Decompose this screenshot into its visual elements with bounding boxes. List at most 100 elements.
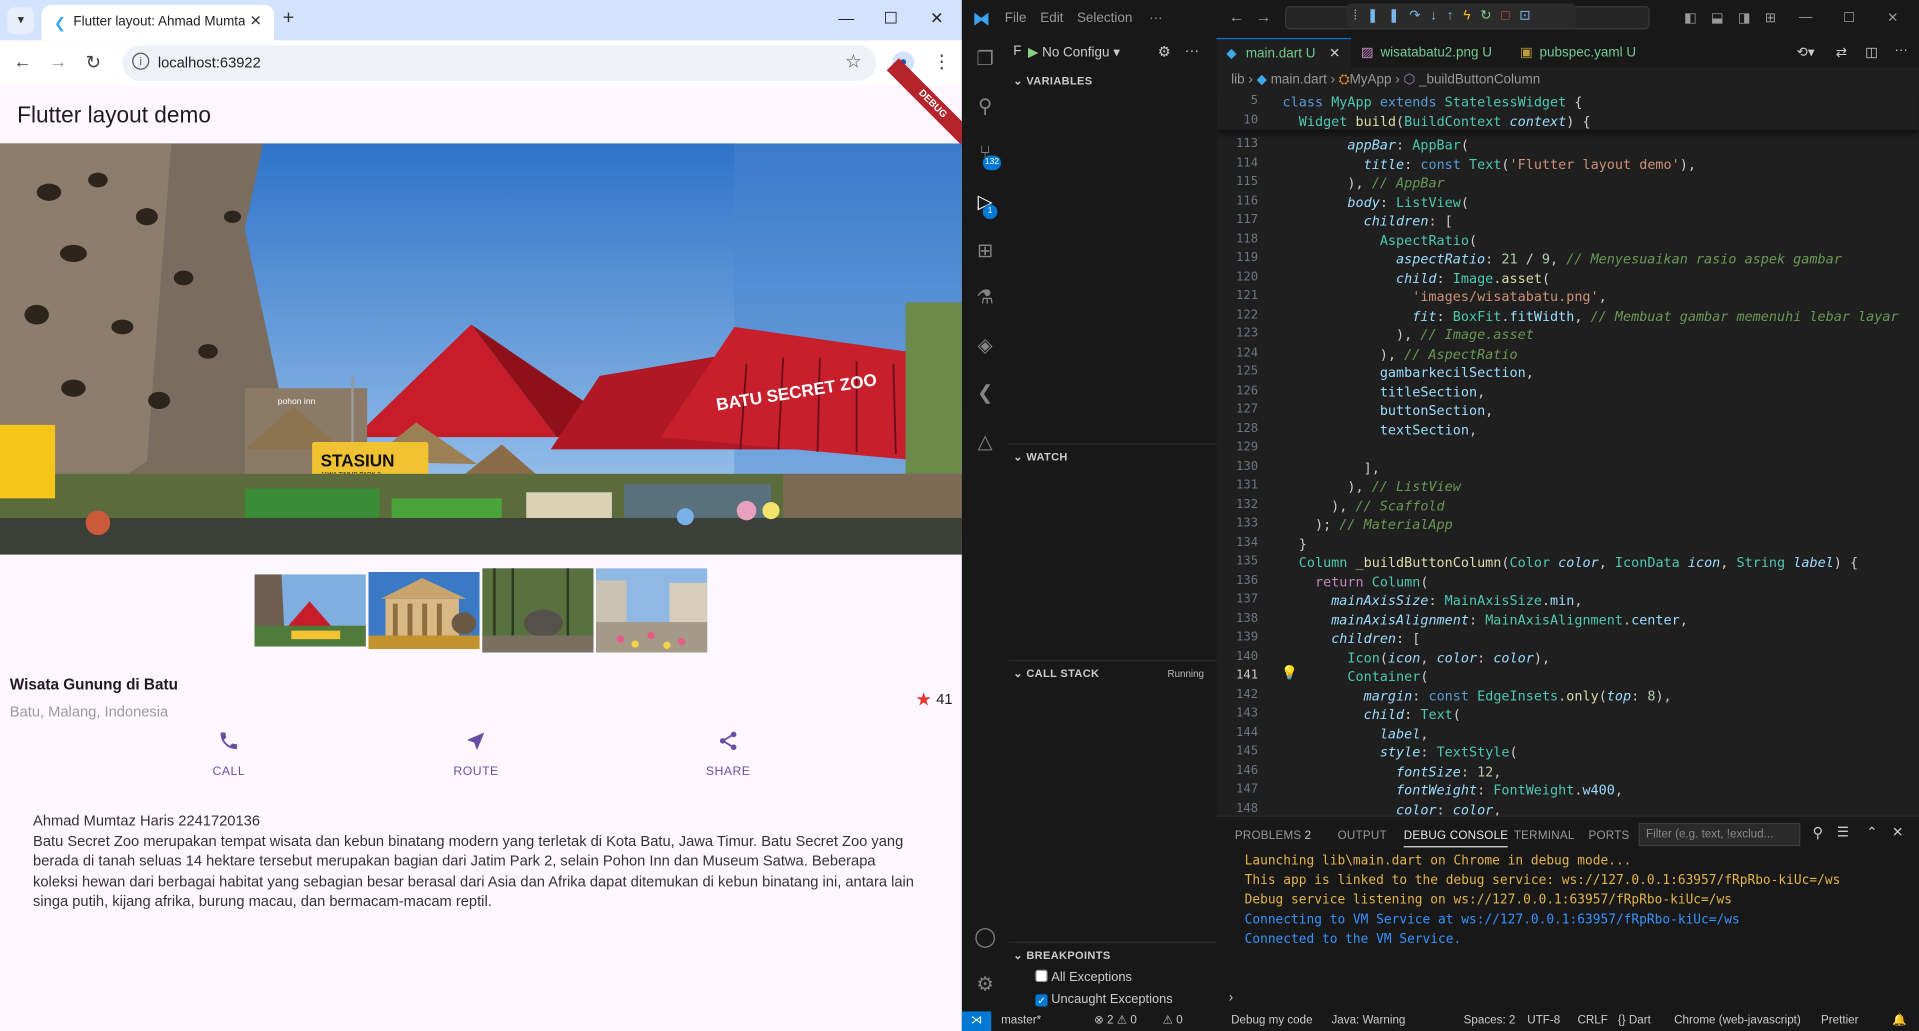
watch-header[interactable]: ⌄ WATCH — [1013, 451, 1067, 464]
code-line[interactable]: children: [ — [1283, 213, 1453, 229]
status-language[interactable]: {} Dart — [1618, 1011, 1651, 1031]
notifications-bell-icon[interactable]: 🔔 — [1892, 1011, 1906, 1031]
restart-icon[interactable]: ↻ — [1480, 9, 1501, 24]
pause-icon[interactable]: ❚❚ — [1367, 9, 1409, 24]
layout-icon[interactable]: ⊞ — [1765, 10, 1776, 26]
toggle-secondary-icon[interactable]: ◨ — [1738, 10, 1751, 26]
tab-ports[interactable]: PORTS — [1588, 829, 1629, 842]
remote-icon[interactable]: ⋊ — [961, 1011, 992, 1031]
clear-console-icon[interactable]: ☰ — [1837, 824, 1849, 840]
status-prettier[interactable]: Prettier — [1821, 1011, 1858, 1031]
code-line[interactable]: titleSection, — [1283, 384, 1485, 400]
code-line[interactable]: fontSize: 12, — [1283, 763, 1501, 779]
minimize-icon[interactable]: — — [1799, 10, 1812, 25]
stop-icon[interactable]: □ — [1501, 9, 1519, 24]
search-icon[interactable]: ⚲ — [972, 94, 999, 121]
checkbox[interactable] — [1035, 969, 1048, 983]
browser-tab[interactable]: ❮ Flutter layout: Ahmad Mumtaz ✕ — [41, 4, 275, 41]
breakpoint-all-exceptions[interactable]: All Exceptions — [1035, 969, 1132, 984]
open-changes-icon[interactable]: ⇄ — [1836, 44, 1847, 60]
close-tab-icon[interactable]: ✕ — [250, 12, 262, 29]
step-over-icon[interactable]: ↷ — [1409, 9, 1430, 24]
testing-icon[interactable]: ⚗ — [972, 285, 999, 312]
code-line[interactable]: gambarkecilSection, — [1283, 365, 1534, 381]
status-eol[interactable]: CRLF — [1577, 1011, 1607, 1031]
explorer-icon[interactable]: ❐ — [972, 47, 999, 74]
close-panel-icon[interactable]: ✕ — [1892, 824, 1903, 840]
close-tab-icon[interactable]: ✕ — [1329, 47, 1340, 62]
menu-edit[interactable]: Edit — [1040, 11, 1063, 26]
toggle-sidebar-icon[interactable]: ◧ — [1684, 10, 1697, 26]
close-window-icon[interactable]: ✕ — [930, 9, 943, 29]
tab-problems[interactable]: PROBLEMS — [1235, 829, 1302, 842]
status-encoding[interactable]: UTF-8 — [1527, 1011, 1560, 1031]
code-line[interactable]: child: Image.asset( — [1283, 270, 1550, 286]
menu-more[interactable]: ··· — [1149, 11, 1162, 26]
variables-header[interactable]: ⌄ VARIABLES — [1013, 75, 1092, 88]
extensions-icon[interactable]: ⊞ — [972, 239, 999, 266]
flutter-icon[interactable]: ❮ — [972, 381, 999, 408]
tab-output[interactable]: OUTPUT — [1338, 829, 1387, 842]
tab-search-icon[interactable]: ▾ — [7, 7, 35, 35]
code-line[interactable]: ], — [1283, 460, 1380, 476]
maximize-icon[interactable]: ☐ — [1843, 10, 1855, 26]
maximize-icon[interactable]: ☐ — [884, 9, 898, 29]
run-icon[interactable]: ⟲▾ — [1797, 44, 1815, 60]
status-device[interactable]: Chrome (web-javascript) — [1674, 1011, 1801, 1031]
breadcrumb-lib[interactable]: lib — [1231, 72, 1244, 87]
code-line[interactable]: ), // ListView — [1283, 479, 1461, 495]
status-problems[interactable]: ⊗ 2 ⚠ 0 — [1094, 1011, 1137, 1031]
code-line[interactable]: Container( — [1283, 669, 1428, 685]
menu-selection[interactable]: Selection — [1077, 11, 1132, 26]
breadcrumb-method[interactable]: _buildButtonColumn — [1419, 72, 1540, 87]
start-debugging-button[interactable]: ▶ No Configu ▾ — [1028, 44, 1120, 60]
drag-handle-icon[interactable]: ⁞ — [1354, 9, 1368, 24]
toggle-panel-icon[interactable]: ⬓ — [1711, 10, 1724, 26]
split-editor-icon[interactable]: ◫ — [1865, 44, 1878, 60]
code-line[interactable]: fit: BoxFit.fitWidth, // Membuat gambar … — [1283, 308, 1898, 324]
status-branch[interactable]: master* — [1001, 1011, 1041, 1031]
tab-terminal[interactable]: TERMINAL — [1514, 829, 1575, 842]
code-line[interactable]: body: ListView( — [1283, 194, 1469, 210]
step-out-icon[interactable]: ↑ — [1447, 9, 1464, 24]
code-line[interactable]: title: const Text('Flutter layout demo')… — [1283, 156, 1696, 172]
code-line[interactable]: children: [ — [1283, 631, 1420, 647]
share-button[interactable]: SHARE — [679, 727, 777, 781]
breakpoints-header[interactable]: ⌄ BREAKPOINTS — [1013, 949, 1110, 962]
code-line[interactable]: label, — [1283, 726, 1429, 742]
lightbulb-icon[interactable]: 💡 — [1281, 665, 1298, 681]
editor-more-icon[interactable]: ··· — [1894, 43, 1907, 58]
filter-search-icon[interactable]: ⚲ — [1812, 824, 1823, 841]
code-line[interactable]: ), // Image.asset — [1283, 327, 1534, 343]
info-icon[interactable]: i — [132, 52, 150, 70]
devtools-icon[interactable]: ⊡ — [1519, 9, 1540, 24]
step-into-icon[interactable]: ↓ — [1430, 9, 1447, 24]
code-line[interactable]: ), // AppBar — [1283, 175, 1444, 191]
code-line[interactable]: Icon(icon, color: color), — [1283, 650, 1550, 666]
debug-settings-gear-icon[interactable]: ⚙ — [1158, 43, 1171, 60]
tab-wisatabatu2-png[interactable]: ▨ wisatabatu2.png U — [1351, 38, 1503, 67]
code-editor[interactable]: 5 class MyApp extends StatelessWidget {10… — [1216, 93, 1919, 816]
code-line[interactable]: return Column( — [1283, 574, 1429, 590]
code-line[interactable]: mainAxisSize: MainAxisSize.min, — [1283, 593, 1582, 609]
code-line[interactable]: mainAxisAlignment: MainAxisAlignment.cen… — [1283, 612, 1688, 628]
breadcrumb-class[interactable]: MyApp — [1350, 72, 1392, 87]
status-debug-my-code[interactable]: Debug my code — [1231, 1011, 1312, 1031]
code-line[interactable]: ); // MaterialApp — [1283, 517, 1453, 533]
code-line[interactable]: appBar: AppBar( — [1283, 137, 1469, 153]
checkbox-checked[interactable]: ✓ — [1035, 994, 1048, 1007]
code-line[interactable]: textSection, — [1283, 422, 1477, 438]
status-indent[interactable]: Spaces: 2 — [1464, 1011, 1516, 1031]
code-line[interactable]: AspectRatio( — [1283, 232, 1477, 248]
call-stack-header[interactable]: ⌄ CALL STACK — [1013, 667, 1099, 680]
settings-gear-icon[interactable]: ⚙ — [972, 972, 999, 999]
python-icon[interactable]: ◈ — [972, 333, 999, 360]
hot-reload-icon[interactable]: ϟ — [1463, 9, 1480, 24]
back-icon[interactable]: ← — [13, 51, 31, 72]
console-prompt-icon[interactable]: › — [1229, 991, 1233, 1006]
tab-debug-console[interactable]: DEBUG CONSOLE — [1403, 829, 1509, 848]
drive-icon[interactable]: △ — [972, 430, 999, 457]
code-line[interactable]: 'images/wisatabatu.png', — [1283, 289, 1607, 305]
code-line[interactable]: aspectRatio: 21 / 9, // Menyesuaikan ras… — [1283, 251, 1842, 267]
status-warnings[interactable]: ⚠ 0 — [1163, 1011, 1183, 1031]
